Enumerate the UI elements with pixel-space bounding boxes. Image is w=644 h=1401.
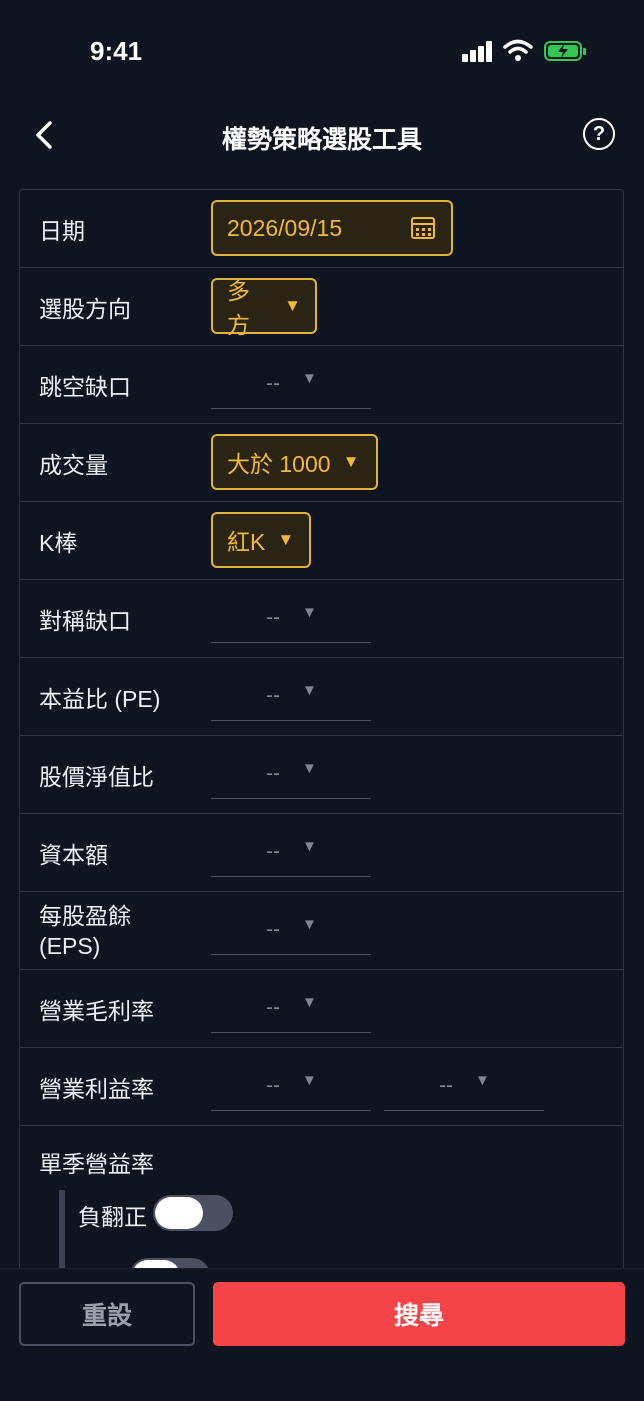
reset-button[interactable]: 重設 (19, 1282, 195, 1346)
row-label-line2: (EPS) (39, 933, 101, 959)
select-value: -- (266, 996, 280, 1019)
bottom-action-bar: 重設 搜尋 (0, 1268, 644, 1401)
page-title: 權勢策略選股工具 (221, 126, 422, 154)
row-label-line1: 每股盈餘 (39, 903, 131, 929)
date-picker[interactable]: 2026/09/15 (211, 200, 453, 256)
caret-down-icon: ▼ (302, 370, 317, 387)
row-gross-margin: 營業毛利率 -- ▼ (20, 970, 623, 1048)
row-label: 每股盈餘 (EPS) (39, 892, 131, 970)
direction-value: 多方 (227, 278, 250, 338)
row-label: 單季營益率 (39, 1151, 154, 1177)
eps-select[interactable]: -- ▼ (211, 912, 371, 955)
gross-margin-select[interactable]: -- ▼ (211, 990, 371, 1033)
row-gap: 跳空缺口 -- ▼ (20, 346, 623, 424)
row-capital: 資本額 -- ▼ (20, 814, 623, 892)
pe-select[interactable]: -- ▼ (211, 678, 371, 721)
row-label: 對稱缺口 (39, 608, 131, 634)
row-label: 營業利益率 (39, 1076, 154, 1102)
select-value: -- (266, 918, 280, 941)
caret-down-icon: ▼ (277, 530, 295, 549)
calendar-icon (411, 217, 435, 239)
caret-down-icon: ▼ (302, 916, 317, 933)
battery-icon (544, 41, 586, 61)
row-label: K棒 (39, 530, 78, 556)
capital-select[interactable]: -- ▼ (211, 834, 371, 877)
row-pe: 本益比 (PE) -- ▼ (20, 658, 623, 736)
row-direction: 選股方向 多方 ▼ (20, 268, 623, 346)
caret-down-icon: ▼ (302, 682, 317, 699)
row-label: 資本額 (39, 842, 108, 868)
row-label: 跳空缺口 (39, 374, 131, 400)
row-date: 日期 2026/09/15 (20, 190, 623, 268)
gap-select[interactable]: -- ▼ (211, 366, 371, 409)
volume-value: 大於 1000 (227, 451, 331, 477)
row-label: 選股方向 (39, 296, 131, 322)
row-volume: 成交量 大於 1000 ▼ (20, 424, 623, 502)
filter-form: 日期 2026/09/15 選股方向 多方 ▼ 跳空缺口 -- ▼ 成交量 大於… (19, 189, 624, 1269)
status-bar: 9:41 (0, 0, 644, 100)
caret-down-icon: ▼ (302, 604, 317, 621)
negative-to-positive-toggle[interactable] (153, 1195, 233, 1231)
candle-value: 紅K (227, 529, 266, 555)
status-time: 9:41 (90, 36, 143, 66)
help-circle-icon[interactable]: ? (583, 118, 615, 150)
candle-select[interactable]: 紅K ▼ (211, 512, 311, 568)
row-operating-margin: 營業利益率 -- ▼ -- ▼ (20, 1048, 623, 1126)
select-value: -- (266, 762, 280, 785)
operating-margin-min-select[interactable]: -- ▼ (211, 1068, 371, 1111)
select-value: -- (266, 684, 280, 707)
row-candle: K棒 紅K ▼ (20, 502, 623, 580)
symmetric-gap-select[interactable]: -- ▼ (211, 600, 371, 643)
row-label: 股價淨值比 (39, 764, 154, 790)
search-button[interactable]: 搜尋 (213, 1282, 625, 1346)
select-value: -- (266, 372, 280, 395)
sub-option-indent (59, 1190, 65, 1269)
nav-bar: 權勢策略選股工具 ? (0, 100, 644, 170)
row-label: 日期 (39, 218, 85, 244)
row-label: 成交量 (39, 452, 108, 478)
row-eps: 每股盈餘 (EPS) -- ▼ (20, 892, 623, 970)
date-value: 2026/09/15 (227, 214, 343, 241)
select-value: -- (266, 840, 280, 863)
caret-down-icon: ▼ (475, 1072, 490, 1089)
wifi-icon (503, 39, 533, 61)
select-value: -- (266, 1074, 280, 1097)
direction-select[interactable]: 多方 ▼ (211, 278, 317, 338)
caret-down-icon: ▼ (302, 994, 317, 1011)
caret-down-icon: ▼ (302, 1072, 317, 1089)
caret-down-icon: ▼ (342, 452, 360, 471)
select-value: -- (266, 606, 280, 629)
row-label: 營業毛利率 (39, 998, 154, 1024)
select-value: -- (439, 1074, 453, 1097)
operating-margin-max-select[interactable]: -- ▼ (384, 1068, 544, 1111)
row-symmetric-gap: 對稱缺口 -- ▼ (20, 580, 623, 658)
caret-down-icon: ▼ (302, 838, 317, 855)
volume-select[interactable]: 大於 1000 ▼ (211, 434, 378, 490)
pb-select[interactable]: -- ▼ (211, 756, 371, 799)
row-pb: 股價淨值比 -- ▼ (20, 736, 623, 814)
sub-option-label: 負翻正 (78, 1204, 147, 1230)
caret-down-icon: ▼ (284, 296, 301, 315)
row-label: 本益比 (PE) (39, 686, 161, 712)
caret-down-icon: ▼ (302, 760, 317, 777)
signal-icon (462, 40, 494, 62)
